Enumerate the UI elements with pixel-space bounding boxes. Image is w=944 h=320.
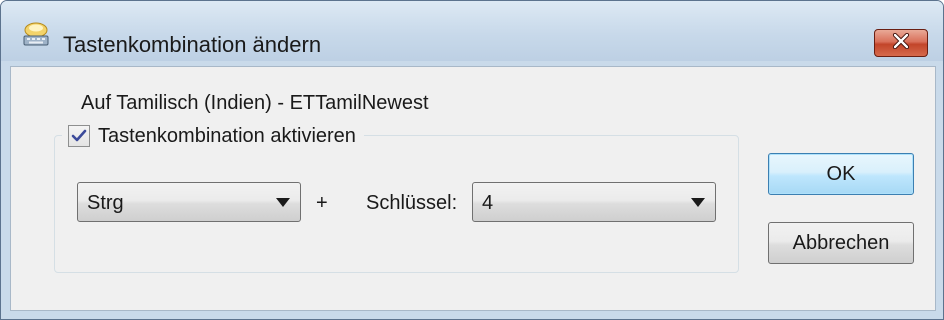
enable-shortcut-checkbox-row[interactable]: Tastenkombination aktivieren bbox=[62, 121, 364, 151]
key-label: Schlüssel: bbox=[366, 192, 458, 214]
close-icon bbox=[891, 32, 911, 54]
dialog-client-area: Auf Tamilisch (Indien) - ETTamilNewest T… bbox=[10, 66, 936, 311]
dialog-window: Tastenkombination ändern Auf Tamilisch (… bbox=[0, 0, 944, 320]
cancel-button[interactable]: Abbrechen bbox=[768, 222, 914, 264]
window-title: Tastenkombination ändern bbox=[63, 32, 322, 57]
title-bar[interactable]: Tastenkombination ändern bbox=[1, 1, 943, 61]
chevron-down-icon bbox=[276, 198, 290, 207]
checkmark-icon bbox=[71, 129, 87, 142]
close-button[interactable] bbox=[874, 29, 928, 57]
enable-shortcut-label: Tastenkombination aktivieren bbox=[98, 125, 356, 147]
modifier-dropdown-value: Strg bbox=[87, 192, 124, 214]
language-label: Auf Tamilisch (Indien) - ETTamilNewest bbox=[81, 92, 429, 114]
ok-button[interactable]: OK bbox=[768, 153, 914, 195]
plus-label: + bbox=[316, 192, 328, 214]
keyboard-icon bbox=[21, 21, 51, 47]
key-dropdown[interactable]: 4 bbox=[472, 182, 716, 222]
modifier-dropdown[interactable]: Strg bbox=[77, 182, 301, 222]
chevron-down-icon bbox=[691, 198, 705, 207]
enable-shortcut-checkbox[interactable] bbox=[68, 125, 90, 147]
key-dropdown-value: 4 bbox=[482, 192, 494, 214]
